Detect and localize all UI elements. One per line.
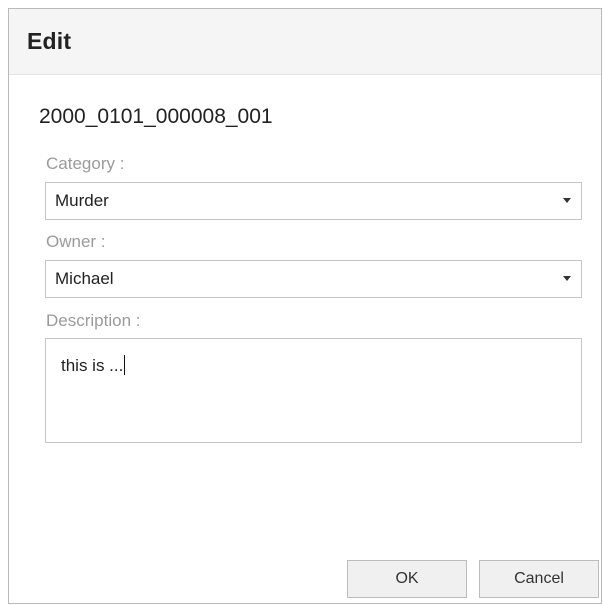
- category-select[interactable]: Murder: [45, 182, 582, 220]
- description-value: this is ...: [61, 355, 126, 376]
- dialog-title-bar: Edit: [9, 9, 601, 75]
- text-cursor: [124, 355, 126, 375]
- owner-value: Michael: [55, 269, 114, 288]
- cancel-button[interactable]: Cancel: [479, 560, 599, 598]
- description-label: Description :: [46, 311, 141, 330]
- ok-button[interactable]: OK: [347, 560, 467, 598]
- description-text: this is ...: [61, 356, 124, 375]
- description-textarea[interactable]: this is ...: [45, 338, 582, 443]
- chevron-down-icon: [563, 276, 571, 281]
- dialog-title: Edit: [27, 28, 72, 54]
- owner-select[interactable]: Michael: [45, 260, 582, 298]
- category-label: Category :: [46, 154, 125, 173]
- edit-dialog: Edit 2000_0101_000008_001 Category : Mur…: [8, 8, 602, 604]
- owner-label: Owner :: [46, 232, 106, 251]
- category-value: Murder: [55, 191, 109, 210]
- chevron-down-icon: [563, 198, 571, 203]
- record-id: 2000_0101_000008_001: [39, 105, 273, 128]
